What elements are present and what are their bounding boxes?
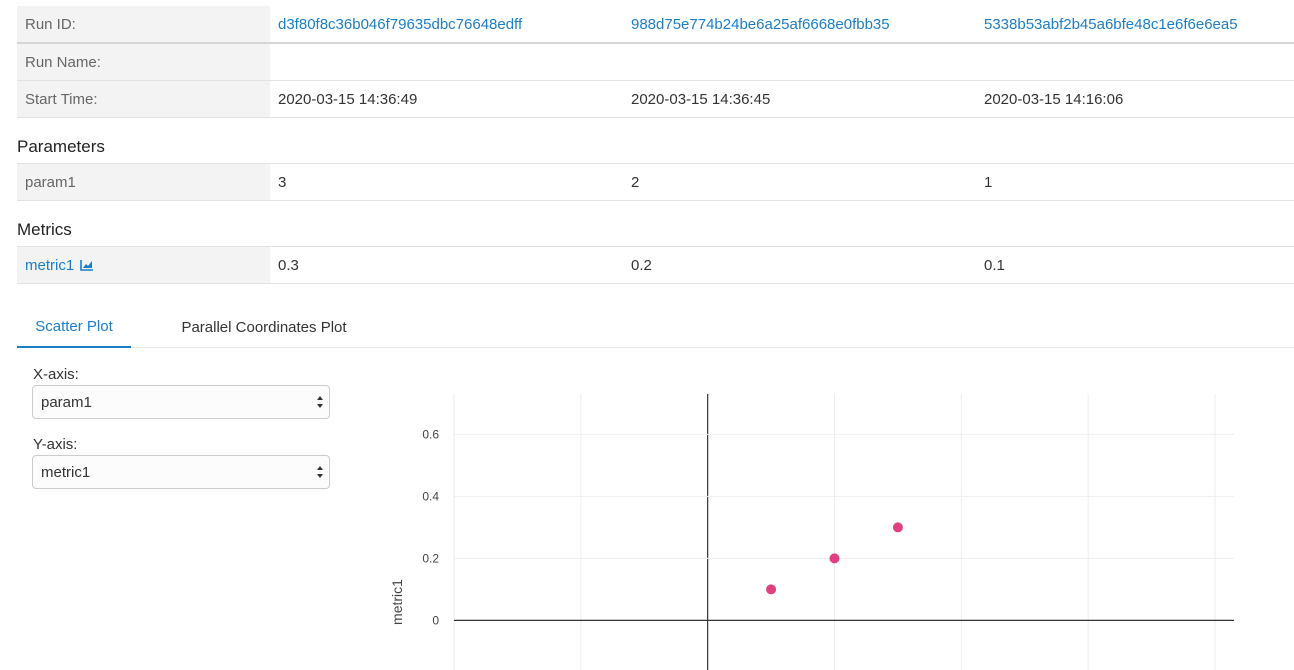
y-axis-label: Y-axis: bbox=[33, 436, 78, 453]
scatter-point[interactable] bbox=[766, 584, 777, 595]
run-name-label: Run Name: bbox=[17, 44, 270, 80]
run-comparison-table: Run ID: d3f80f8c36b046f79635dbc76648edff… bbox=[17, 6, 1294, 118]
x-axis-select[interactable]: param1 bbox=[32, 385, 330, 419]
y-axis-title: metric1 bbox=[389, 579, 405, 625]
x-axis-label: X-axis: bbox=[33, 366, 79, 383]
line-chart-icon[interactable] bbox=[80, 259, 94, 271]
start-time-cell-1: 2020-03-15 14:36:49 bbox=[278, 90, 418, 108]
run-id-link-1[interactable]: d3f80f8c36b046f79635dbc76648edff bbox=[278, 16, 522, 33]
start-time-cell-2: 2020-03-15 14:36:45 bbox=[631, 90, 771, 108]
y-tick-label: 0.6 bbox=[422, 427, 439, 441]
metric-name-cell: metric1 bbox=[17, 247, 270, 283]
parameters-table: param1 3 2 1 bbox=[17, 163, 1294, 201]
run-name-row: Run Name: bbox=[17, 44, 1294, 81]
tab-parallel-coordinates-plot[interactable]: Parallel Coordinates Plot bbox=[162, 306, 366, 348]
start-time-cell-3: 2020-03-15 14:16:06 bbox=[984, 90, 1124, 108]
start-time-row: Start Time: 2020-03-15 14:36:49 2020-03-… bbox=[17, 81, 1294, 118]
run-name-cell-2 bbox=[623, 44, 976, 80]
metric-link[interactable]: metric1 bbox=[25, 257, 94, 274]
y-tick-label: 0.4 bbox=[422, 489, 439, 503]
param-row: param1 3 2 1 bbox=[17, 164, 1294, 201]
plot-tabs: Scatter Plot Parallel Coordinates Plot bbox=[17, 306, 1294, 348]
run-id-link-2[interactable]: 988d75e774b24be6a25af6668e0fbb35 bbox=[631, 16, 890, 33]
run-id-row: Run ID: d3f80f8c36b046f79635dbc76648edff… bbox=[17, 6, 1294, 44]
y-tick-label: 0 bbox=[432, 613, 439, 627]
param-name: param1 bbox=[17, 164, 270, 200]
run-name-cell-3 bbox=[976, 44, 1294, 80]
metric-value-3: 0.1 bbox=[984, 256, 1005, 274]
y-tick-label: 0.2 bbox=[422, 551, 439, 565]
parameters-heading: Parameters bbox=[17, 137, 105, 156]
run-name-cell-1 bbox=[270, 44, 623, 80]
y-axis-select[interactable]: metric1 bbox=[32, 455, 330, 489]
scatter-point[interactable] bbox=[829, 553, 840, 564]
select-arrows-icon bbox=[317, 466, 323, 478]
metric-value-1: 0.3 bbox=[278, 256, 299, 274]
select-arrows-icon bbox=[317, 396, 323, 408]
y-axis-select-value: metric1 bbox=[41, 463, 91, 481]
run-id-label: Run ID: bbox=[17, 6, 270, 42]
metric-row: metric1 0.3 0.2 0.1 bbox=[17, 247, 1294, 284]
param-value-1: 3 bbox=[278, 173, 287, 191]
param-value-3: 1 bbox=[984, 173, 993, 191]
tab-scatter-plot[interactable]: Scatter Plot bbox=[17, 306, 131, 348]
start-time-label: Start Time: bbox=[17, 81, 270, 117]
x-axis-select-value: param1 bbox=[41, 393, 92, 411]
metrics-table: metric1 0.3 0.2 0.1 bbox=[17, 246, 1294, 284]
metrics-heading: Metrics bbox=[17, 220, 72, 239]
metric-name[interactable]: metric1 bbox=[25, 257, 74, 274]
param-value-2: 2 bbox=[631, 173, 640, 191]
metric-value-2: 0.2 bbox=[631, 256, 652, 274]
scatter-point[interactable] bbox=[892, 522, 903, 533]
run-id-link-3[interactable]: 5338b53abf2b45a6bfe48c1e6f6e6ea5 bbox=[984, 16, 1238, 33]
scatter-plot[interactable]: 0 0.2 0.4 0.6 metric1 bbox=[380, 380, 1260, 670]
